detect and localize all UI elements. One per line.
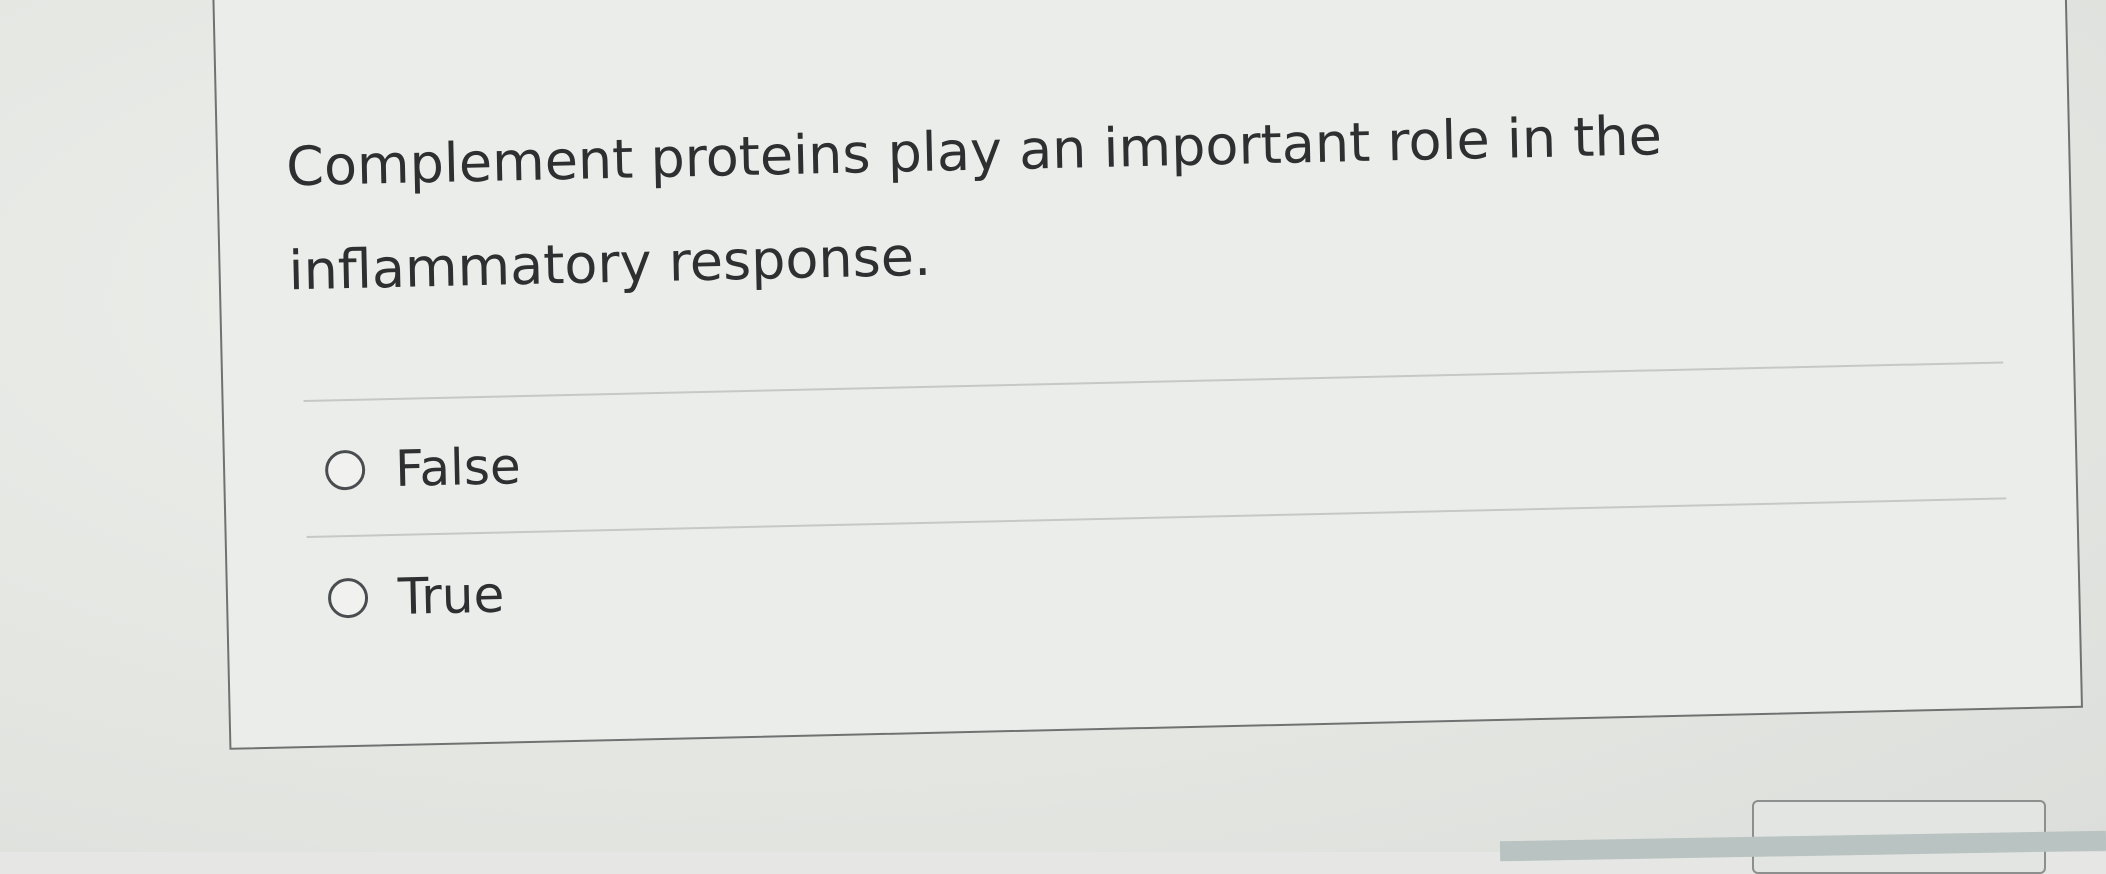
divider xyxy=(306,497,2007,538)
answer-option-true[interactable]: True xyxy=(327,565,505,628)
radio-button-false[interactable] xyxy=(324,449,366,491)
question-card: Complement proteins play an important ro… xyxy=(212,0,2083,750)
answer-option-false[interactable]: False xyxy=(324,437,522,499)
divider xyxy=(303,361,2004,403)
question-text: Complement proteins play an important ro… xyxy=(285,104,1663,303)
answer-label-false: False xyxy=(394,437,522,498)
radio-button-true[interactable] xyxy=(327,577,369,619)
answer-label-true: True xyxy=(397,565,505,626)
